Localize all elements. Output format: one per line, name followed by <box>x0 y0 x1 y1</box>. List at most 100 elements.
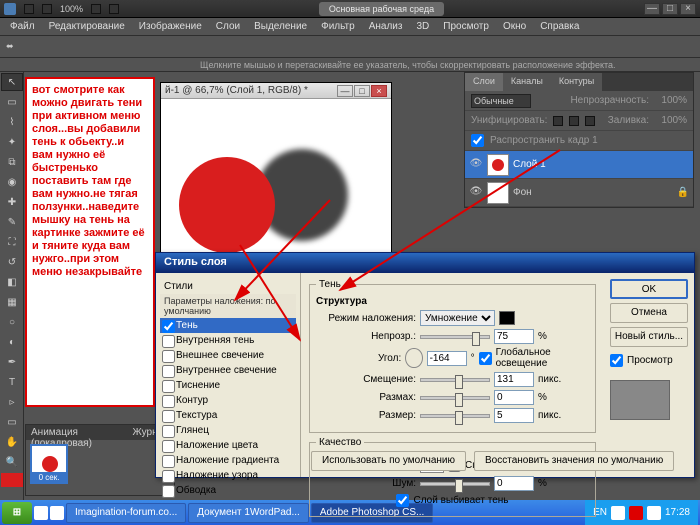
distance-input[interactable] <box>494 372 534 387</box>
canvas[interactable] <box>161 99 391 261</box>
style-inner-glow[interactable]: Внутреннее свечение <box>160 363 296 378</box>
layer-name[interactable]: Фон <box>513 187 532 198</box>
menu-window[interactable]: Окно <box>497 19 532 34</box>
menu-image[interactable]: Изображение <box>133 19 208 34</box>
menu-help[interactable]: Справка <box>534 19 585 34</box>
lock-icon[interactable] <box>569 116 579 126</box>
style-check[interactable] <box>162 395 175 408</box>
path-tool[interactable]: ▹ <box>1 393 23 411</box>
menu-view[interactable]: Просмотр <box>437 19 495 34</box>
style-check[interactable] <box>162 410 175 423</box>
style-check[interactable] <box>162 380 175 393</box>
ok-button[interactable]: OK <box>610 279 688 299</box>
style-check[interactable] <box>162 425 175 438</box>
brush-tool[interactable]: ✎ <box>1 213 23 231</box>
style-pattern-overlay[interactable]: Наложение узора <box>160 468 296 483</box>
layer-name[interactable]: Слой 1 <box>513 159 546 170</box>
noise-input[interactable] <box>494 476 534 491</box>
tray-icon[interactable] <box>611 506 625 520</box>
type-tool[interactable]: T <box>1 373 23 391</box>
style-contour[interactable]: Контур <box>160 393 296 408</box>
style-check[interactable] <box>162 320 175 333</box>
red-circle-shape[interactable] <box>179 157 275 253</box>
frame-time[interactable]: 0 сек. <box>32 472 66 483</box>
angle-input[interactable] <box>427 351 467 366</box>
quicklaunch-icon[interactable] <box>34 506 48 520</box>
style-color-overlay[interactable]: Наложение цвета <box>160 438 296 453</box>
menu-analysis[interactable]: Анализ <box>363 19 409 34</box>
heal-tool[interactable]: ✚ <box>1 193 23 211</box>
doc-maximize[interactable]: □ <box>354 85 370 97</box>
blur-tool[interactable]: ○ <box>1 313 23 331</box>
visibility-icon[interactable]: 👁 <box>469 186 483 200</box>
stamp-tool[interactable]: ⛶ <box>1 233 23 251</box>
tray-icon[interactable] <box>647 506 661 520</box>
size-input[interactable] <box>494 408 534 423</box>
dodge-tool[interactable]: ◐ <box>1 333 23 351</box>
spread-input[interactable] <box>494 390 534 405</box>
propagate-check[interactable] <box>471 134 484 147</box>
layer-thumb[interactable] <box>487 154 509 176</box>
style-stroke[interactable]: Обводка <box>160 483 296 498</box>
opacity-input[interactable] <box>494 329 534 344</box>
menu-3d[interactable]: 3D <box>410 19 435 34</box>
cancel-button[interactable]: Отмена <box>610 303 688 323</box>
maximize-button[interactable]: □ <box>662 3 678 15</box>
clock[interactable]: 17:28 <box>665 507 690 518</box>
style-texture[interactable]: Текстура <box>160 408 296 423</box>
tab-layers[interactable]: Слои <box>465 73 503 91</box>
marquee-tool[interactable]: ▭ <box>1 93 23 111</box>
toolbar-icon[interactable] <box>24 4 34 14</box>
visibility-icon[interactable]: 👁 <box>469 158 483 172</box>
zoom-value[interactable]: 100% <box>60 4 83 14</box>
style-inner-shadow[interactable]: Внутренняя тень <box>160 333 296 348</box>
menu-edit[interactable]: Редактирование <box>43 19 131 34</box>
menu-layer[interactable]: Слои <box>210 19 246 34</box>
style-check[interactable] <box>162 455 175 468</box>
history-brush-tool[interactable]: ↺ <box>1 253 23 271</box>
toolbar-icon[interactable] <box>109 4 119 14</box>
size-slider[interactable] <box>420 414 490 418</box>
new-style-button[interactable]: Новый стиль... <box>610 327 688 347</box>
toolbar-icon[interactable] <box>42 4 52 14</box>
style-gradient-overlay[interactable]: Наложение градиента <box>160 453 296 468</box>
quicklaunch-icon[interactable] <box>50 506 64 520</box>
style-check[interactable] <box>162 350 175 363</box>
start-button[interactable]: ⊞ <box>2 502 32 524</box>
task-button[interactable]: Imagination-forum.co... <box>66 503 186 523</box>
opacity-slider[interactable]: .slider::after{left:var(--p,50%)} <box>420 335 490 339</box>
wand-tool[interactable]: ✦ <box>1 133 23 151</box>
minimize-button[interactable]: — <box>644 3 660 15</box>
layer-thumb[interactable] <box>487 182 509 204</box>
style-bevel[interactable]: Тиснение <box>160 378 296 393</box>
knockout-check[interactable] <box>396 494 409 507</box>
eyedropper-tool[interactable]: ◉ <box>1 173 23 191</box>
workspace-badge[interactable]: Основная рабочая среда <box>319 2 444 16</box>
style-outer-glow[interactable]: Внешнее свечение <box>160 348 296 363</box>
blend-mode-select[interactable]: Умножение <box>420 310 495 326</box>
blend-mode-select[interactable] <box>471 94 531 108</box>
gradient-tool[interactable]: ▦ <box>1 293 23 311</box>
pen-tool[interactable]: ✒ <box>1 353 23 371</box>
hand-tool[interactable]: ✋ <box>1 433 23 451</box>
tab-animation[interactable]: Анимация (покадровая) <box>31 427 125 438</box>
style-check[interactable] <box>162 440 175 453</box>
doc-minimize[interactable]: — <box>337 85 353 97</box>
preview-check[interactable] <box>610 354 623 367</box>
global-light-check[interactable] <box>479 352 492 365</box>
distance-slider[interactable] <box>420 378 490 382</box>
color-swatch[interactable] <box>1 473 23 487</box>
style-drop-shadow[interactable]: Тень <box>160 318 296 333</box>
toolbar-icon[interactable] <box>91 4 101 14</box>
spread-slider[interactable] <box>420 396 490 400</box>
fill-value[interactable]: 100% <box>655 115 687 126</box>
doc-close[interactable]: × <box>371 85 387 97</box>
style-check[interactable] <box>162 365 175 378</box>
tray-icon[interactable] <box>629 506 643 520</box>
crop-tool[interactable]: ⧉ <box>1 153 23 171</box>
shadow-color-swatch[interactable] <box>499 311 515 325</box>
reset-default-button[interactable]: Восстановить значения по умолчанию <box>474 451 674 471</box>
task-button[interactable]: Документ 1WordPad... <box>188 503 309 523</box>
zoom-tool[interactable]: 🔍 <box>1 453 23 471</box>
eraser-tool[interactable]: ◧ <box>1 273 23 291</box>
